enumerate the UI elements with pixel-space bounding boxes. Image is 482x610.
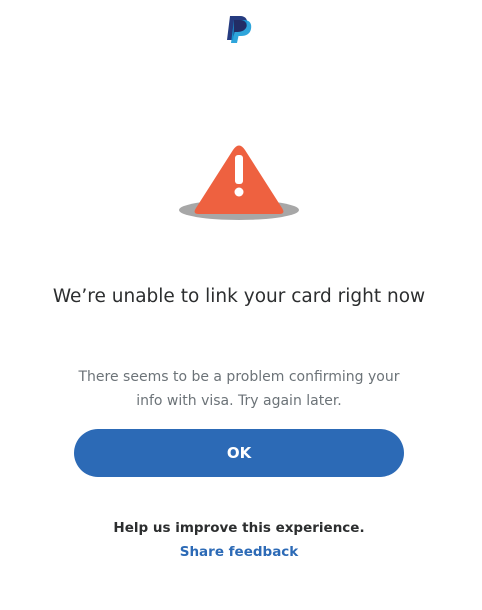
warning-triangle-icon (176, 140, 302, 224)
feedback-prompt: Help us improve this experience. (113, 520, 365, 536)
share-feedback-link[interactable]: Share feedback (140, 542, 338, 562)
error-title: We’re unable to link your card right now (52, 286, 426, 307)
error-message: There seems to be a problem confirming y… (78, 369, 400, 409)
ok-button[interactable]: OK (74, 429, 404, 477)
paypal-logo-icon (224, 13, 254, 43)
